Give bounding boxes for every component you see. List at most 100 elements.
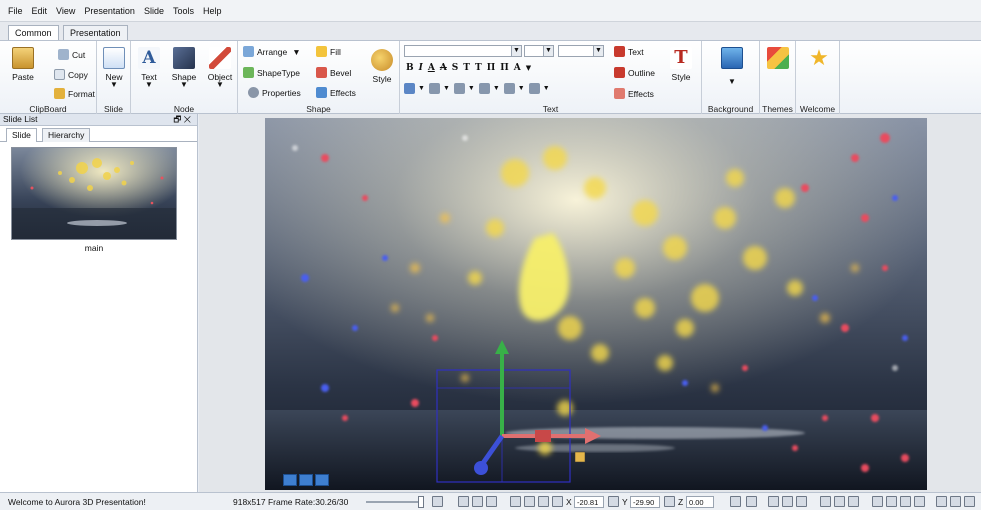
font-size-select[interactable]: ▼: [524, 45, 554, 57]
themes-button[interactable]: [765, 47, 791, 72]
status-bar: Welcome to Aurora 3D Presentation! 918x5…: [0, 492, 981, 510]
columns-icon[interactable]: [478, 83, 490, 94]
text-outline-button[interactable]: Outline: [614, 67, 655, 78]
same-size-icon[interactable]: [900, 496, 911, 507]
menu-file[interactable]: File: [8, 6, 23, 16]
rotate-icon[interactable]: [538, 496, 549, 507]
subscript-button[interactable]: T: [475, 63, 482, 73]
same-depth-icon[interactable]: [914, 496, 925, 507]
same-height-icon[interactable]: [886, 496, 897, 507]
lock-y-icon[interactable]: [664, 496, 675, 507]
text-frame-button[interactable]: Π: [500, 63, 509, 73]
text-effects-button[interactable]: Effects: [614, 88, 654, 99]
rotate-z-icon[interactable]: [964, 496, 975, 507]
nav-forward-icon[interactable]: [315, 474, 329, 486]
cut-button[interactable]: Cut: [58, 49, 85, 60]
text-border-button[interactable]: Π: [487, 63, 496, 73]
text-type-button[interactable]: Text: [614, 46, 644, 57]
lock-z-icon[interactable]: [730, 496, 741, 507]
shadow-button[interactable]: S: [452, 63, 459, 73]
shapetype-button[interactable]: ShapeType: [243, 67, 300, 78]
shape-node-button[interactable]: Shape ▼: [170, 47, 198, 89]
scale-icon[interactable]: [552, 496, 563, 507]
text-node-button[interactable]: A Text ▼: [136, 47, 162, 89]
object-node-button[interactable]: Object ▼: [205, 47, 235, 89]
text-style-button[interactable]: T Style: [668, 47, 694, 82]
tab-common[interactable]: Common: [8, 25, 59, 41]
menu-tools[interactable]: Tools: [173, 6, 194, 16]
axis-icon[interactable]: [510, 496, 521, 507]
camera-icon[interactable]: [458, 496, 469, 507]
welcome-button[interactable]: ★: [806, 46, 832, 70]
effects-button[interactable]: Effects: [316, 87, 356, 98]
shape-caption: Shape: [306, 104, 331, 114]
stop-icon[interactable]: [432, 496, 443, 507]
text-align-toolbar: ▼ ▼ ▼ ▼ ▼ ▼: [404, 83, 550, 94]
snap-icon[interactable]: [746, 496, 757, 507]
anchor-handle[interactable]: [574, 451, 586, 463]
align-left-icon[interactable]: [768, 496, 779, 507]
grid-icon[interactable]: [486, 496, 497, 507]
text-color-button[interactable]: A: [514, 63, 521, 73]
node-caption: Node: [173, 104, 195, 114]
superscript-button[interactable]: T: [463, 63, 470, 73]
distribute-icon[interactable]: [848, 496, 859, 507]
distribute-h-icon[interactable]: [820, 496, 831, 507]
arrange-button[interactable]: Arrange ▼: [243, 46, 301, 57]
copy-button[interactable]: Copy: [54, 69, 88, 80]
chevron-down-icon: ▼: [110, 80, 118, 89]
bevel-button[interactable]: Bevel: [316, 67, 351, 78]
underline-button[interactable]: A: [428, 63, 435, 73]
indent-icon[interactable]: [453, 83, 465, 94]
align-right-icon[interactable]: [796, 496, 807, 507]
menu-slide[interactable]: Slide: [144, 6, 164, 16]
nav-play-icon[interactable]: [299, 474, 313, 486]
move-icon[interactable]: [524, 496, 535, 507]
spacing-icon[interactable]: [428, 83, 440, 94]
x-coordinate-field[interactable]: -20.81: [574, 496, 604, 508]
text-group: ▼ ▼ ▼ B I A A S T T Π Π A ▼ ▼ ▼ ▼ ▼ ▼ ▼ …: [400, 41, 702, 115]
slide-canvas[interactable]: [265, 118, 927, 490]
y-coordinate-field[interactable]: -29.90: [630, 496, 660, 508]
timeline-slider[interactable]: [366, 501, 422, 503]
nav-back-icon[interactable]: [283, 474, 297, 486]
tab-slide[interactable]: Slide: [6, 128, 37, 142]
background-caption: Background: [707, 104, 754, 114]
same-width-icon[interactable]: [872, 496, 883, 507]
tab-presentation[interactable]: Presentation: [63, 25, 128, 41]
menu-edit[interactable]: Edit: [32, 6, 48, 16]
timeline-slider-thumb[interactable]: [418, 496, 424, 508]
align-center-icon[interactable]: [782, 496, 793, 507]
chevron-down-icon: ▼: [511, 46, 521, 56]
shape-style-button[interactable]: Style: [368, 49, 396, 84]
rotate-x-icon[interactable]: [936, 496, 947, 507]
menu-view[interactable]: View: [56, 6, 75, 16]
text-effects-icon: [614, 88, 625, 99]
z-coordinate-field[interactable]: 0.00: [686, 496, 714, 508]
rotate-y-icon[interactable]: [950, 496, 961, 507]
arrange-icon: [243, 46, 254, 57]
distribute-v-icon[interactable]: [834, 496, 845, 507]
arrange-label: Arrange: [257, 46, 288, 57]
table-icon[interactable]: [503, 83, 515, 94]
font-family-select[interactable]: ▼: [404, 45, 522, 57]
format-button[interactable]: Format: [54, 88, 95, 99]
tab-hierarchy[interactable]: Hierarchy: [42, 128, 91, 142]
menu-presentation[interactable]: Presentation: [84, 6, 135, 16]
list-icon[interactable]: [528, 83, 540, 94]
italic-button[interactable]: I: [419, 63, 423, 73]
y-coordinate-label: Y: [622, 497, 628, 507]
record-icon[interactable]: [472, 496, 483, 507]
slide-thumbnail[interactable]: [11, 147, 177, 240]
background-button[interactable]: ▼: [719, 47, 745, 86]
align-icon[interactable]: [404, 83, 415, 94]
menu-help[interactable]: Help: [203, 6, 222, 16]
bold-button[interactable]: B: [406, 63, 414, 73]
new-slide-button[interactable]: New ▼: [101, 47, 127, 89]
paste-button[interactable]: Paste: [8, 47, 38, 82]
font-style-select[interactable]: ▼: [558, 45, 604, 57]
fill-button[interactable]: Fill: [316, 46, 341, 57]
lock-x-icon[interactable]: [608, 496, 619, 507]
strikethrough-button[interactable]: A: [440, 63, 447, 73]
properties-button[interactable]: Properties: [248, 87, 301, 98]
